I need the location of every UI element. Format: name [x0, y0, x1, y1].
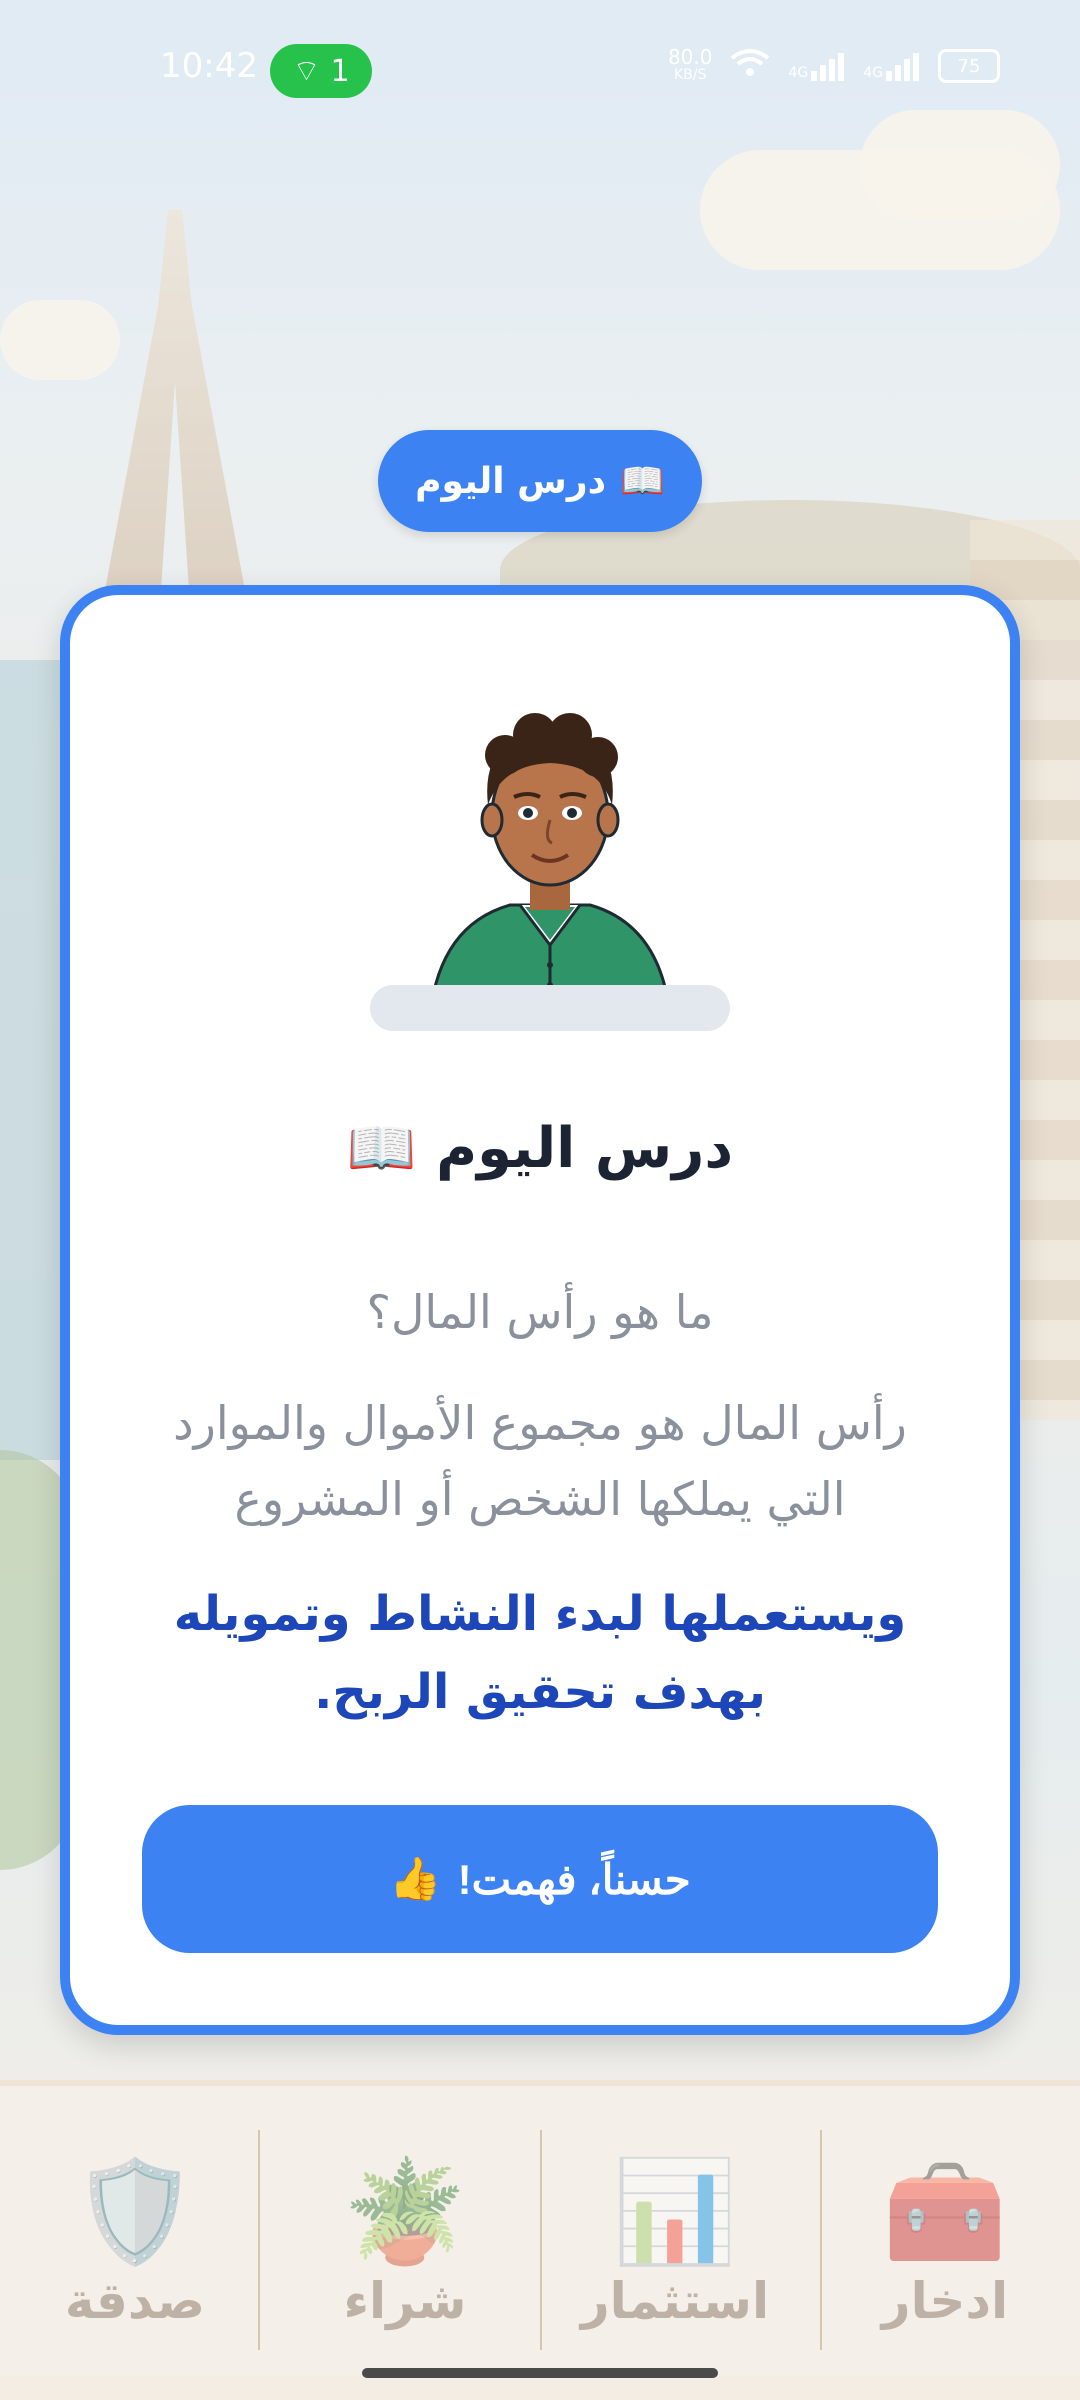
book-icon: 📖: [620, 461, 665, 502]
card-title: درس اليوم 📖: [70, 1115, 1010, 1181]
open-book-icon: 📖: [346, 1116, 417, 1181]
nav-item-savings[interactable]: 🧰 ادخار: [825, 2110, 1065, 2350]
nav-label: صدقة: [64, 2272, 206, 2330]
got-it-button[interactable]: حسناً، فهمت! 👍: [142, 1805, 938, 1953]
shield-star-icon: 🛡️: [72, 2153, 198, 2270]
lesson-description: رأس المال هو مجموع الأموال والموارد التي…: [173, 1396, 907, 1526]
boy-avatar: [428, 713, 672, 1015]
hotspot-badge: ⌔ 1: [270, 44, 372, 98]
network-speed: 80.0 KB/S: [667, 45, 713, 84]
nav-item-charity[interactable]: 🛡️ صدقة: [15, 2110, 255, 2350]
card-title-text: درس اليوم: [436, 1116, 734, 1181]
status-icons: 80.0 KB/S 4G 4G 75: [667, 45, 1000, 84]
got-it-label: حسناً، فهمت!: [457, 1855, 691, 1903]
hotspot-count: 1: [330, 53, 350, 89]
status-bar: 10:42 ⌔ 1 80.0 KB/S 4G 4G 75: [0, 0, 1080, 140]
hotspot-icon: ⌔: [292, 54, 321, 89]
wifi-icon: [730, 48, 770, 84]
nav-item-buy[interactable]: 🪴 شراء: [285, 2110, 525, 2350]
signal-icon: 4G: [788, 51, 845, 81]
home-indicator[interactable]: [362, 2368, 718, 2378]
thumbs-up-icon: 👍: [389, 1854, 442, 1902]
lesson-card: درس اليوم 📖 ما هو رأس المال؟ رأس المال ه…: [60, 585, 1020, 2035]
network-speed-unit: KB/S: [674, 67, 707, 83]
bottom-nav: 🛡️ صدقة 🪴 شراء 📊 استثمار 🧰 ادخار: [0, 2090, 1080, 2350]
status-time: 10:42: [160, 46, 258, 86]
battery-level: 75: [957, 55, 981, 77]
lesson-question: ما هو رأس المال؟: [366, 1285, 714, 1339]
signal-icon: 4G: [863, 51, 920, 81]
lesson-highlight: ويستعملها لبدء النشاط وتمويله بهدف تحقيق…: [173, 1586, 907, 1720]
treasure-chest-icon: 🧰: [882, 2153, 1008, 2270]
nav-item-invest[interactable]: 📊 استثمار: [555, 2110, 795, 2350]
nav-label: استثمار: [580, 2272, 770, 2330]
pill-label: درس اليوم: [415, 460, 607, 502]
nav-label: ادخار: [881, 2272, 1009, 2330]
chart-icon: 📊: [612, 2153, 738, 2270]
signal-1-label: 4G: [788, 65, 809, 81]
plant-icon: 🪴: [342, 2153, 468, 2270]
nav-label: شراء: [343, 2272, 467, 2330]
network-speed-value: 80.0: [667, 45, 713, 69]
avatar-pedestal: [370, 985, 730, 1031]
battery-icon: 75: [938, 49, 1000, 83]
lesson-of-the-day-pill: 📖 درس اليوم: [378, 430, 702, 532]
signal-2-label: 4G: [863, 65, 883, 81]
